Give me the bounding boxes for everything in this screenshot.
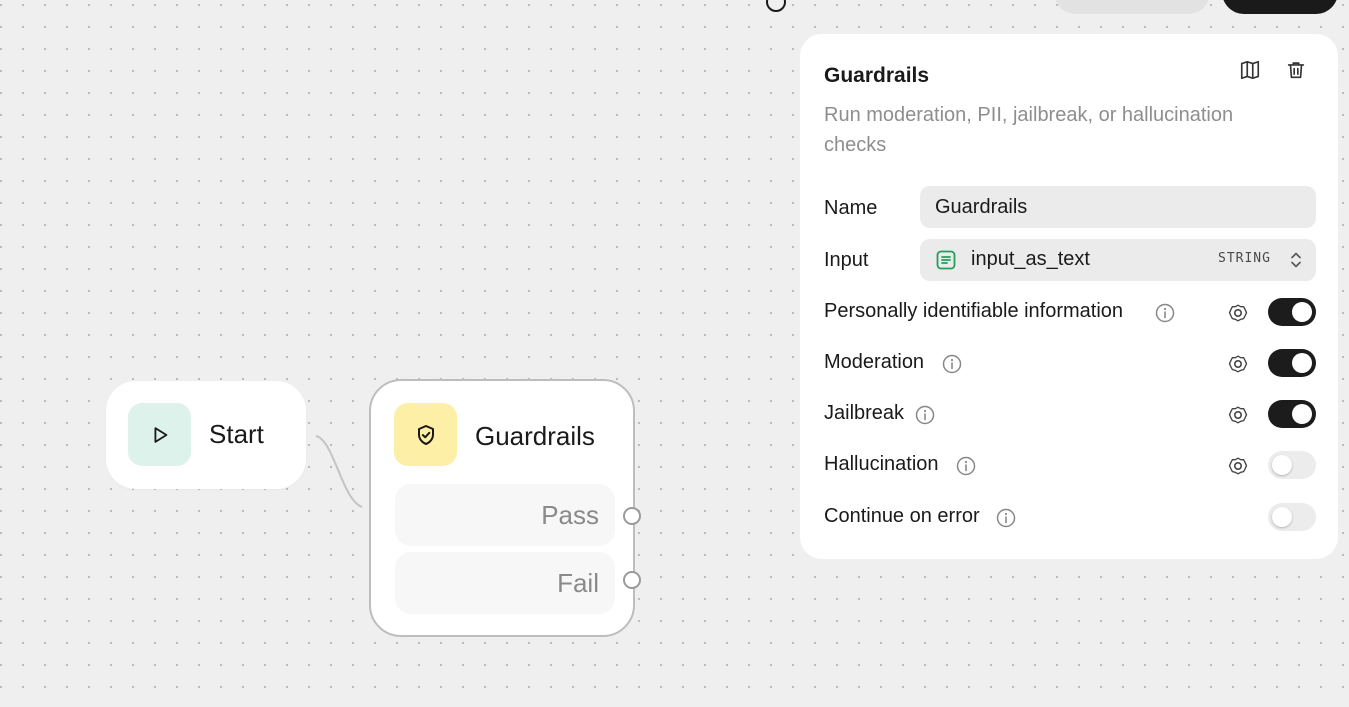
input-variable-select[interactable]: input_as_text STRING bbox=[920, 239, 1316, 281]
moderation-toggle[interactable] bbox=[1268, 349, 1316, 377]
gear-icon[interactable] bbox=[1226, 301, 1250, 325]
check-label-jailbreak: Jailbreak bbox=[824, 402, 905, 424]
text-variable-icon bbox=[936, 250, 956, 270]
input-label: Input bbox=[824, 249, 869, 271]
input-variable-name: input_as_text bbox=[971, 248, 1090, 270]
start-node[interactable]: Start bbox=[106, 381, 306, 489]
check-label-pii: Personally identifiable information bbox=[824, 300, 1124, 322]
continue-on-error-toggle[interactable] bbox=[1268, 503, 1316, 531]
check-row-moderation: Moderation bbox=[824, 349, 1316, 379]
shield-check-icon bbox=[417, 424, 434, 445]
hallucination-toggle[interactable] bbox=[1268, 451, 1316, 479]
top-secondary-button[interactable] bbox=[1054, 0, 1210, 14]
jailbreak-toggle[interactable] bbox=[1268, 400, 1316, 428]
pass-output-port[interactable] bbox=[623, 507, 641, 525]
gear-icon[interactable] bbox=[1226, 403, 1250, 427]
guardrails-node[interactable]: Guardrails Pass Fail bbox=[369, 379, 635, 637]
name-field bbox=[920, 186, 1316, 228]
pii-toggle[interactable] bbox=[1268, 298, 1316, 326]
info-icon[interactable] bbox=[942, 354, 962, 374]
guardrails-node-icon-tile bbox=[394, 403, 457, 466]
gear-icon[interactable] bbox=[1226, 352, 1250, 376]
info-icon[interactable] bbox=[1155, 303, 1175, 323]
toggle-knob bbox=[1292, 404, 1312, 424]
fail-output-port[interactable] bbox=[623, 571, 641, 589]
chevron-updown-icon bbox=[1291, 252, 1301, 268]
check-row-hallucination: Hallucination bbox=[824, 451, 1316, 481]
input-type-badge: STRING bbox=[1218, 251, 1271, 266]
delete-node-button[interactable] bbox=[1284, 58, 1308, 82]
docs-icon bbox=[1240, 60, 1260, 80]
panel-title: Guardrails bbox=[824, 64, 930, 87]
panel-description: Run moderation, PII, jailbreak, or hallu… bbox=[824, 104, 1234, 156]
branch-fail: Fail bbox=[395, 552, 615, 614]
info-icon[interactable] bbox=[915, 405, 935, 425]
top-primary-button[interactable] bbox=[1222, 0, 1338, 14]
check-label-moderation: Moderation bbox=[824, 351, 925, 373]
toggle-knob bbox=[1272, 507, 1292, 527]
guardrails-node-label: Guardrails bbox=[475, 421, 595, 451]
name-label: Name bbox=[824, 197, 878, 219]
name-input[interactable] bbox=[920, 186, 1316, 228]
info-icon[interactable] bbox=[996, 508, 1016, 528]
node-settings-panel: Guardrails Run moderation, PII, jailbrea… bbox=[800, 34, 1338, 559]
check-row-continue-on-error: Continue on error bbox=[824, 503, 1316, 533]
check-row-pii: Personally identifiable information bbox=[824, 298, 1316, 328]
info-icon[interactable] bbox=[956, 456, 976, 476]
check-label-continue-on-error: Continue on error bbox=[824, 505, 980, 527]
check-label-hallucination: Hallucination bbox=[824, 453, 939, 475]
docs-button[interactable] bbox=[1238, 58, 1262, 82]
workflow-canvas[interactable]: Start Guardrails Pass Fail Guardrails Ru… bbox=[0, 0, 1349, 707]
branch-pass: Pass bbox=[395, 484, 615, 546]
check-row-jailbreak: Jailbreak bbox=[824, 400, 1316, 430]
start-node-icon-tile bbox=[128, 403, 191, 466]
trash-icon bbox=[1287, 62, 1305, 79]
toggle-knob bbox=[1292, 302, 1312, 322]
toggle-knob bbox=[1292, 353, 1312, 373]
gear-icon[interactable] bbox=[1226, 454, 1250, 478]
play-icon bbox=[154, 426, 167, 443]
start-node-label: Start bbox=[209, 419, 264, 449]
toggle-knob bbox=[1272, 455, 1292, 475]
top-indicator-icon[interactable] bbox=[766, 0, 786, 12]
